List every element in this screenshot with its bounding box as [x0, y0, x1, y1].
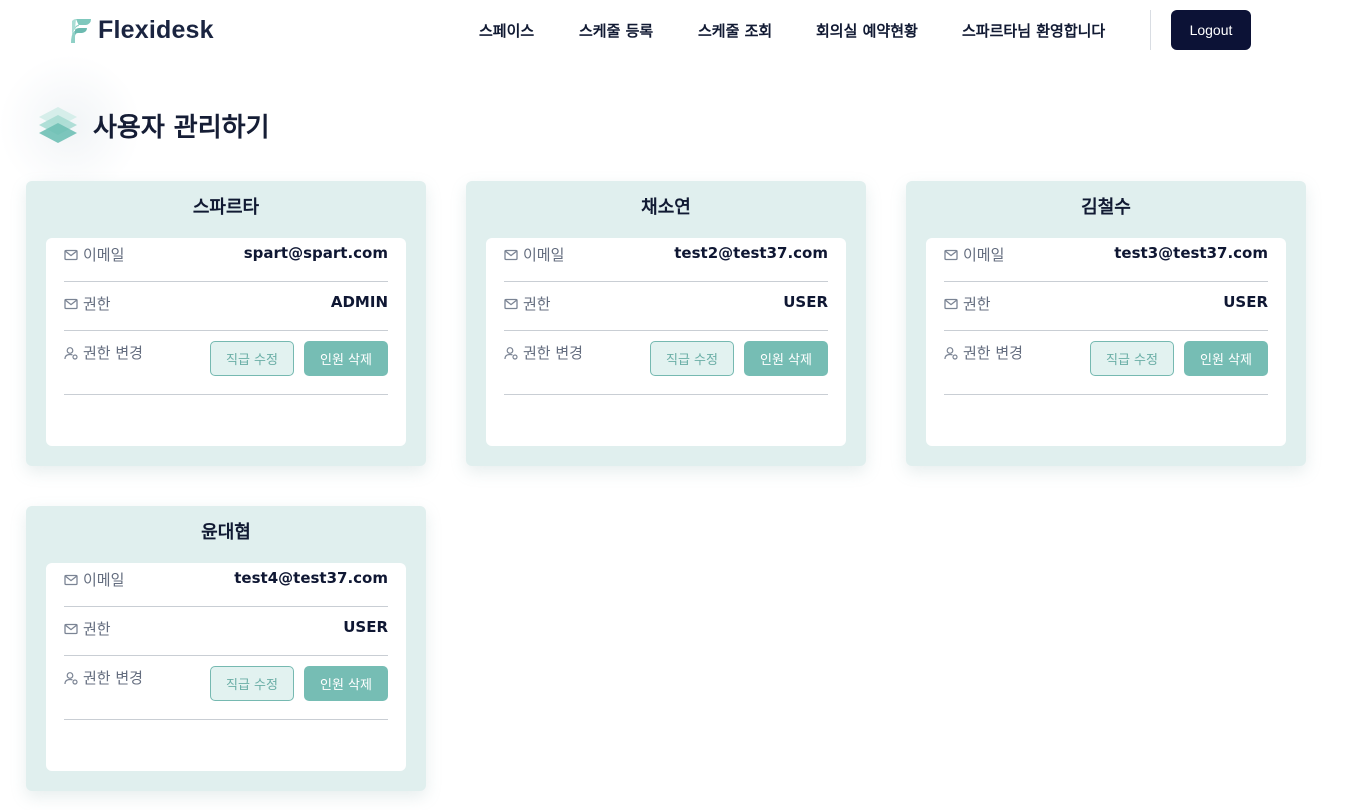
mail-icon: [504, 298, 518, 309]
email-label: 이메일: [64, 569, 124, 590]
user-card: 채소연 이메일 test2@test37.com 권한 USER 권한 변경 직…: [466, 181, 866, 466]
role-label-text: 권한: [523, 295, 551, 313]
user-role: USER: [783, 293, 828, 311]
user-name: 스파르타: [192, 197, 260, 218]
user-role: USER: [343, 618, 388, 636]
role-label: 권한: [64, 618, 111, 639]
change-role-label: 권한 변경: [504, 342, 583, 363]
row-divider: [944, 394, 1268, 395]
top-header: Flexidesk 스페이스 스케줄 등록 스케줄 조회 회의실 예약현황 스파…: [0, 0, 1363, 62]
mail-icon: [504, 249, 518, 260]
mail-icon: [64, 623, 78, 634]
edit-position-button[interactable]: 직급 수정: [210, 666, 294, 701]
user-role: ADMIN: [330, 293, 388, 311]
row-divider: [64, 719, 388, 720]
page-title: 사용자 관리하기: [93, 113, 270, 143]
nav-item-schedule-view[interactable]: 스케줄 조회: [698, 20, 772, 41]
mail-icon: [944, 249, 958, 260]
email-label-text: 이메일: [83, 571, 125, 589]
user-card: 스파르타 이메일 spart@spart.com 권한 ADMIN 권한 변경 …: [26, 181, 426, 466]
email-label-text: 이메일: [963, 246, 1005, 264]
nav-divider: [1150, 10, 1151, 50]
role-label-text: 권한: [963, 295, 991, 313]
role-label-text: 권한: [83, 295, 111, 313]
row-divider: [504, 394, 828, 395]
email-label: 이메일: [944, 244, 1004, 265]
user-name: 윤대협: [201, 522, 251, 543]
user-card: 윤대협 이메일 test4@test37.com 권한 USER 권한 변경 직…: [26, 506, 426, 791]
delete-member-button[interactable]: 인원 삭제: [1184, 341, 1268, 376]
user-settings-icon: [944, 346, 958, 360]
mail-icon: [944, 298, 958, 309]
delete-member-button[interactable]: 인원 삭제: [304, 666, 388, 701]
nav-item-welcome-user[interactable]: 스파르타님 환영합니다: [962, 20, 1105, 41]
user-detail-panel: 이메일 spart@spart.com 권한 ADMIN 권한 변경 직급 수정…: [46, 238, 406, 446]
user-settings-icon: [64, 346, 78, 360]
row-divider: [64, 606, 388, 607]
change-role-label: 권한 변경: [64, 667, 143, 688]
role-label-text: 권한: [83, 620, 111, 638]
nav-item-meeting-room-status[interactable]: 회의실 예약현황: [816, 20, 918, 41]
row-divider: [944, 330, 1268, 331]
user-card: 김철수 이메일 test3@test37.com 권한 USER 권한 변경 직…: [906, 181, 1306, 466]
nav-item-schedule-register[interactable]: 스케줄 등록: [579, 20, 653, 41]
user-settings-icon: [64, 671, 78, 685]
mail-icon: [64, 298, 78, 309]
user-role: USER: [1223, 293, 1268, 311]
mail-icon: [64, 249, 78, 260]
user-name: 채소연: [641, 197, 691, 218]
role-label: 권한: [944, 293, 991, 314]
flexidesk-logo-icon: [71, 18, 91, 43]
layers-icon: [39, 107, 77, 143]
row-divider: [944, 281, 1268, 282]
row-divider: [64, 394, 388, 395]
change-role-label: 권한 변경: [64, 342, 143, 363]
email-label: 이메일: [64, 244, 124, 265]
role-label: 권한: [504, 293, 551, 314]
email-label: 이메일: [504, 244, 564, 265]
row-divider: [504, 281, 828, 282]
user-name: 김철수: [1081, 197, 1131, 218]
row-divider: [64, 655, 388, 656]
user-email: spart@spart.com: [243, 244, 388, 262]
brand-logo[interactable]: Flexidesk: [70, 16, 214, 45]
row-divider: [64, 330, 388, 331]
brand-name: Flexidesk: [98, 16, 214, 44]
user-detail-panel: 이메일 test3@test37.com 권한 USER 권한 변경 직급 수정…: [926, 238, 1286, 446]
edit-position-button[interactable]: 직급 수정: [1090, 341, 1174, 376]
change-role-label: 권한 변경: [944, 342, 1023, 363]
edit-position-button[interactable]: 직급 수정: [210, 341, 294, 376]
email-label-text: 이메일: [523, 246, 565, 264]
logout-button[interactable]: Logout: [1171, 10, 1251, 50]
user-detail-panel: 이메일 test4@test37.com 권한 USER 권한 변경 직급 수정…: [46, 563, 406, 771]
role-label: 권한: [64, 293, 111, 314]
edit-position-button[interactable]: 직급 수정: [650, 341, 734, 376]
change-role-label-text: 권한 변경: [523, 344, 583, 362]
mail-icon: [64, 574, 78, 585]
delete-member-button[interactable]: 인원 삭제: [304, 341, 388, 376]
nav-item-space[interactable]: 스페이스: [479, 20, 534, 41]
user-detail-panel: 이메일 test2@test37.com 권한 USER 권한 변경 직급 수정…: [486, 238, 846, 446]
change-role-label-text: 권한 변경: [963, 344, 1023, 362]
change-role-label-text: 권한 변경: [83, 669, 143, 687]
email-label-text: 이메일: [83, 246, 125, 264]
user-email: test4@test37.com: [234, 569, 388, 587]
delete-member-button[interactable]: 인원 삭제: [744, 341, 828, 376]
user-email: test2@test37.com: [674, 244, 828, 262]
user-settings-icon: [504, 346, 518, 360]
change-role-label-text: 권한 변경: [83, 344, 143, 362]
user-email: test3@test37.com: [1114, 244, 1268, 262]
row-divider: [504, 330, 828, 331]
row-divider: [64, 281, 388, 282]
